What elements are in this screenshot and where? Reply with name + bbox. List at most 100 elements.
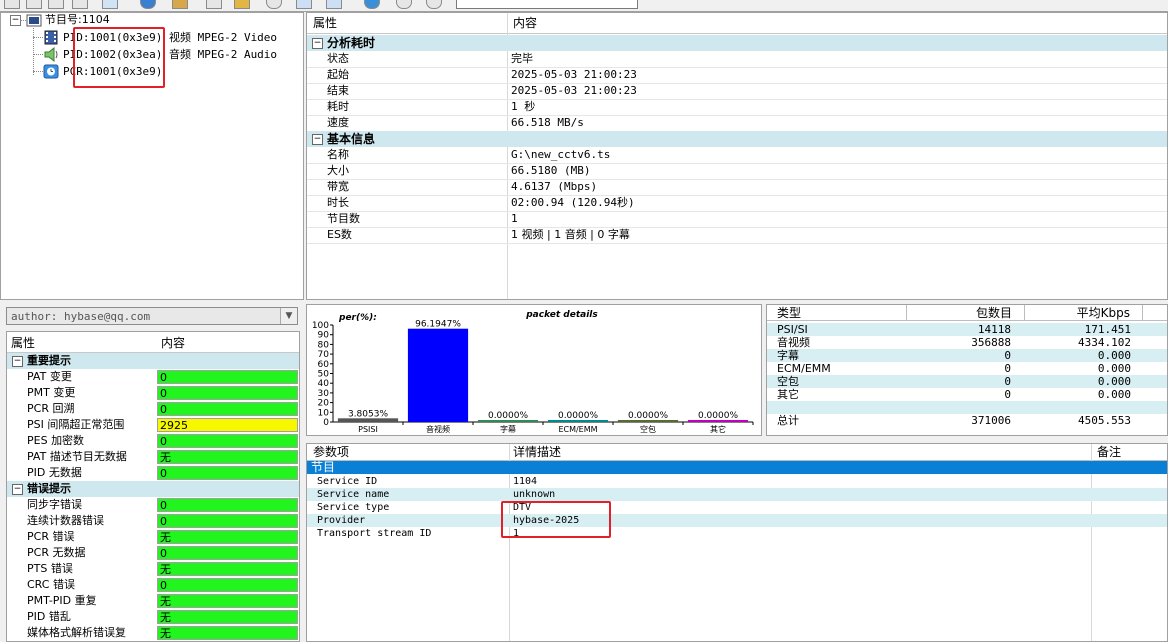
speaker-icon [44, 47, 58, 62]
table-row[interactable] [767, 401, 1167, 414]
alert-key: 同步字错误 [27, 498, 82, 511]
toolbar-print-icon[interactable] [72, 0, 88, 9]
toolbar-help-icon[interactable] [364, 0, 380, 9]
alert-row[interactable]: PMT 变更 0 [7, 385, 299, 401]
table-row[interactable]: Service name unknown [307, 488, 1167, 501]
table-row[interactable]: 其它 0 0.000 [767, 388, 1167, 401]
status-badge: 0 [157, 578, 298, 592]
table-row[interactable]: Provider hybase-2025 [307, 514, 1167, 527]
toolbar-settings-icon[interactable] [266, 0, 282, 9]
toolbar-save-icon[interactable] [48, 0, 64, 9]
alerts-section[interactable]: − 错误提示 [7, 481, 299, 497]
table-row[interactable]: PSI/SI 14118 171.451 [767, 323, 1167, 336]
param-value: 1104 [513, 476, 538, 487]
prop-key: ES数 [327, 228, 352, 241]
toolbar-info-icon[interactable] [140, 0, 156, 9]
props-row[interactable]: 时长 02:00.94 (120.94秒) [307, 195, 1167, 212]
tree-root-label[interactable]: 节目号:1104 [45, 13, 110, 27]
alerts-header: 属性 内容 [7, 334, 299, 353]
props-row[interactable]: 大小 66.5180 (MB) [307, 163, 1167, 180]
alert-row[interactable]: PSI 间隔超正常范围 2925 [7, 417, 299, 433]
props-col-key[interactable]: 属性 [307, 13, 337, 33]
props-row[interactable]: 带宽 4.6137 (Mbps) [307, 179, 1167, 196]
table-row[interactable]: Service ID 1104 [307, 475, 1167, 488]
alert-row[interactable]: CRC 错误 0 [7, 577, 299, 593]
alerts-col-value[interactable]: 内容 [161, 334, 185, 352]
toolbar-exit-icon[interactable] [426, 0, 442, 9]
alert-row[interactable]: PES 加密数 0 [7, 433, 299, 449]
alert-row[interactable]: PAT 描述节目无数据 无 [7, 449, 299, 465]
alert-row[interactable]: 媒体格式解析错误复 无 [7, 625, 299, 641]
table-row[interactable]: Service type DTV [307, 501, 1167, 514]
params-group-row[interactable]: 节目 [307, 461, 1167, 474]
toolbar-lock-icon[interactable] [234, 0, 250, 9]
toolbar-window-icon[interactable] [296, 0, 312, 9]
params-col-note[interactable]: 备注 [1097, 444, 1121, 460]
status-badge: 无 [157, 530, 298, 544]
program-icon [26, 14, 42, 27]
type-kbps: 171.451 [1084, 323, 1131, 336]
table-row[interactable]: Transport stream ID 1 [307, 527, 1167, 540]
params-col-value[interactable]: 详情描述 [513, 444, 561, 460]
status-badge: 0 [157, 434, 298, 448]
section-collapse-icon[interactable]: − [312, 134, 323, 145]
alerts-col-key[interactable]: 属性 [11, 334, 35, 352]
prop-key: 节目数 [327, 212, 360, 225]
props-section-timing[interactable]: − 分析耗时 [307, 35, 1167, 51]
highlight-box [73, 27, 165, 88]
props-row[interactable]: 耗时 1 秒 [307, 99, 1167, 116]
props-row[interactable]: 起始 2025-05-03 21:00:23 [307, 67, 1167, 84]
toolbar-export-icon[interactable] [326, 0, 342, 9]
chevron-down-icon[interactable]: ▼ [280, 308, 297, 324]
toolbar-new-icon[interactable] [4, 0, 20, 9]
status-badge: 0 [157, 370, 298, 384]
alert-row[interactable]: PCR 错误 无 [7, 529, 299, 545]
props-col-value[interactable]: 内容 [507, 13, 537, 33]
types-col-kbps[interactable]: 平均Kbps [1025, 305, 1143, 321]
author-field[interactable]: author: hybase@qq.com ▼ [6, 307, 298, 325]
types-col-count[interactable]: 包数目 [907, 305, 1025, 321]
props-row[interactable]: 名称 G:\new_cctv6.ts [307, 147, 1167, 164]
props-section-basic[interactable]: − 基本信息 [307, 131, 1167, 147]
table-row[interactable]: 字幕 0 0.000 [767, 349, 1167, 362]
alert-row[interactable]: PMT-PID 重复 无 [7, 593, 299, 609]
props-row[interactable]: 状态 完毕 [307, 51, 1167, 68]
section-collapse-icon[interactable]: − [12, 356, 23, 367]
section-collapse-icon[interactable]: − [12, 484, 23, 495]
alerts-section[interactable]: − 重要提示 [7, 353, 299, 369]
alert-row[interactable]: 同步字错误 0 [7, 497, 299, 513]
alerts-grid: 属性 内容 − 重要提示 PAT 变更 0 PMT 变更 0 PCR 回溯 0 PSI 间隔超正… [6, 331, 300, 642]
alert-row[interactable]: PID 错乱 无 [7, 609, 299, 625]
table-row[interactable]: 空包 0 0.000 [767, 375, 1167, 388]
alert-row[interactable]: PCR 无数据 0 [7, 545, 299, 561]
alert-row[interactable]: PAT 变更 0 [7, 369, 299, 385]
type-kbps: 0.000 [1097, 362, 1131, 375]
alert-row[interactable]: PID 无数据 0 [7, 465, 299, 481]
props-row[interactable]: 结束 2025-05-03 21:00:23 [307, 83, 1167, 100]
toolbar-list-icon[interactable] [206, 0, 222, 9]
props-row[interactable]: 节目数 1 [307, 211, 1167, 228]
toolbar-about-icon[interactable] [396, 0, 412, 9]
table-row[interactable]: 总计 371006 4505.553 [767, 414, 1167, 427]
alert-row[interactable]: PTS 错误 无 [7, 561, 299, 577]
status-badge: 0 [157, 498, 298, 512]
toolbar-analyze-icon[interactable] [102, 0, 118, 9]
toolbar-open-icon[interactable] [26, 0, 42, 9]
clock-icon [43, 64, 59, 79]
section-collapse-icon[interactable]: − [312, 38, 323, 49]
toolbar-chart-icon[interactable] [172, 0, 188, 9]
props-row[interactable]: 速度 66.518 MB/s [307, 115, 1167, 132]
types-col-type[interactable]: 类型 [767, 305, 907, 321]
prop-value: 完毕 [511, 52, 533, 65]
alert-row[interactable]: 连续计数器错误 0 [7, 513, 299, 529]
props-row[interactable]: ES数 1 视频 | 1 音频 | 0 字幕 [307, 227, 1167, 244]
alert-row[interactable]: PCR 回溯 0 [7, 401, 299, 417]
y-tick-label: 10 [318, 408, 330, 418]
params-col-key[interactable]: 参数项 [313, 444, 349, 460]
alert-key: PSI 间隔超正常范围 [27, 418, 125, 431]
table-row[interactable]: 音视频 356888 4334.102 [767, 336, 1167, 349]
table-row[interactable]: ECM/EMM 0 0.000 [767, 362, 1167, 375]
type-kbps: 0.000 [1097, 388, 1131, 401]
toolbar-combo[interactable] [456, 0, 638, 9]
param-key: Service name [317, 489, 390, 500]
